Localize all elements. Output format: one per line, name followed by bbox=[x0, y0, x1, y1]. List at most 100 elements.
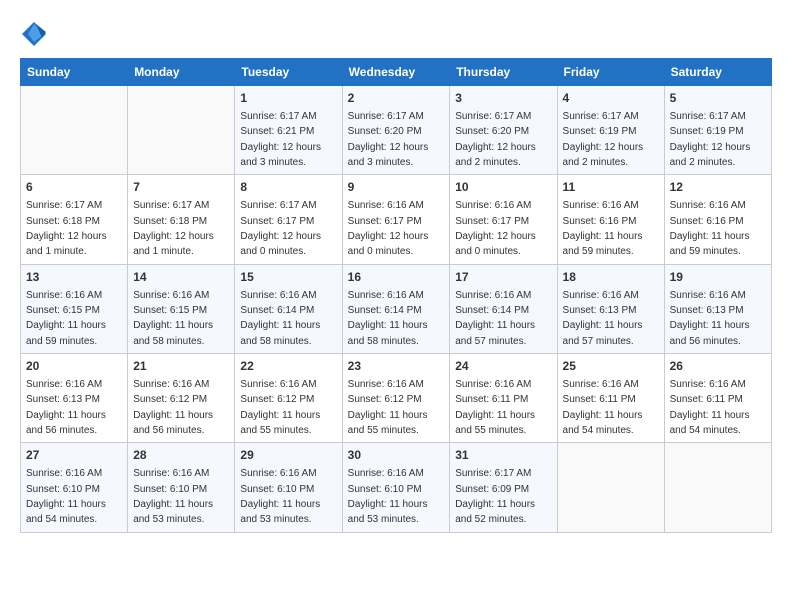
calendar-day-cell: 22 Sunrise: 6:16 AM Sunset: 6:12 PM Dayli… bbox=[235, 354, 342, 443]
day-number: 18 bbox=[563, 269, 659, 286]
calendar-day-cell: 5 Sunrise: 6:17 AM Sunset: 6:19 PM Daylig… bbox=[664, 86, 771, 175]
day-number: 16 bbox=[348, 269, 445, 286]
day-number: 31 bbox=[455, 447, 551, 464]
calendar-day-cell bbox=[128, 86, 235, 175]
calendar-day-cell: 16 Sunrise: 6:16 AM Sunset: 6:14 PM Dayli… bbox=[342, 264, 450, 353]
day-info: Sunrise: 6:16 AM Sunset: 6:17 PM Dayligh… bbox=[455, 200, 536, 257]
calendar-day-cell: 17 Sunrise: 6:16 AM Sunset: 6:14 PM Dayli… bbox=[450, 264, 557, 353]
day-info: Sunrise: 6:17 AM Sunset: 6:18 PM Dayligh… bbox=[26, 200, 107, 257]
day-info: Sunrise: 6:16 AM Sunset: 6:12 PM Dayligh… bbox=[348, 379, 428, 436]
logo-icon bbox=[20, 20, 48, 48]
day-info: Sunrise: 6:17 AM Sunset: 6:09 PM Dayligh… bbox=[455, 468, 535, 525]
calendar-header-row: SundayMondayTuesdayWednesdayThursdayFrid… bbox=[21, 59, 772, 86]
day-info: Sunrise: 6:16 AM Sunset: 6:13 PM Dayligh… bbox=[670, 290, 750, 347]
day-info: Sunrise: 6:16 AM Sunset: 6:13 PM Dayligh… bbox=[563, 290, 643, 347]
calendar-day-cell: 29 Sunrise: 6:16 AM Sunset: 6:10 PM Dayli… bbox=[235, 443, 342, 532]
day-info: Sunrise: 6:17 AM Sunset: 6:21 PM Dayligh… bbox=[240, 111, 321, 168]
day-info: Sunrise: 6:17 AM Sunset: 6:20 PM Dayligh… bbox=[455, 111, 536, 168]
day-number: 20 bbox=[26, 358, 122, 375]
day-info: Sunrise: 6:16 AM Sunset: 6:11 PM Dayligh… bbox=[455, 379, 535, 436]
day-info: Sunrise: 6:16 AM Sunset: 6:10 PM Dayligh… bbox=[348, 468, 428, 525]
calendar-day-cell bbox=[21, 86, 128, 175]
day-number: 30 bbox=[348, 447, 445, 464]
calendar-day-cell: 20 Sunrise: 6:16 AM Sunset: 6:13 PM Dayli… bbox=[21, 354, 128, 443]
day-info: Sunrise: 6:17 AM Sunset: 6:19 PM Dayligh… bbox=[563, 111, 644, 168]
calendar-day-cell: 4 Sunrise: 6:17 AM Sunset: 6:19 PM Daylig… bbox=[557, 86, 664, 175]
day-number: 9 bbox=[348, 179, 445, 196]
calendar-day-cell: 2 Sunrise: 6:17 AM Sunset: 6:20 PM Daylig… bbox=[342, 86, 450, 175]
calendar-day-cell: 30 Sunrise: 6:16 AM Sunset: 6:10 PM Dayli… bbox=[342, 443, 450, 532]
calendar-table: SundayMondayTuesdayWednesdayThursdayFrid… bbox=[20, 58, 772, 533]
calendar-day-cell bbox=[664, 443, 771, 532]
calendar-day-cell: 9 Sunrise: 6:16 AM Sunset: 6:17 PM Daylig… bbox=[342, 175, 450, 264]
day-number: 2 bbox=[348, 90, 445, 107]
calendar-day-cell: 18 Sunrise: 6:16 AM Sunset: 6:13 PM Dayli… bbox=[557, 264, 664, 353]
calendar-day-cell: 19Sunrise: 6:16 AM Sunset: 6:13 PM Dayli… bbox=[664, 264, 771, 353]
day-info: Sunrise: 6:16 AM Sunset: 6:11 PM Dayligh… bbox=[563, 379, 643, 436]
calendar-day-cell: 6 Sunrise: 6:17 AM Sunset: 6:18 PM Daylig… bbox=[21, 175, 128, 264]
day-info: Sunrise: 6:16 AM Sunset: 6:14 PM Dayligh… bbox=[348, 290, 428, 347]
day-info: Sunrise: 6:16 AM Sunset: 6:17 PM Dayligh… bbox=[348, 200, 429, 257]
day-number: 27 bbox=[26, 447, 122, 464]
day-number: 8 bbox=[240, 179, 336, 196]
calendar-day-cell: 14 Sunrise: 6:16 AM Sunset: 6:15 PM Dayli… bbox=[128, 264, 235, 353]
calendar-day-cell: 31 Sunrise: 6:17 AM Sunset: 6:09 PM Dayli… bbox=[450, 443, 557, 532]
day-number: 14 bbox=[133, 269, 229, 286]
calendar-day-cell: 10Sunrise: 6:16 AM Sunset: 6:17 PM Dayli… bbox=[450, 175, 557, 264]
day-of-week-header: Tuesday bbox=[235, 59, 342, 86]
day-info: Sunrise: 6:16 AM Sunset: 6:16 PM Dayligh… bbox=[563, 200, 643, 257]
day-info: Sunrise: 6:16 AM Sunset: 6:15 PM Dayligh… bbox=[133, 290, 213, 347]
day-number: 3 bbox=[455, 90, 551, 107]
day-number: 12 bbox=[670, 179, 766, 196]
day-info: Sunrise: 6:16 AM Sunset: 6:10 PM Dayligh… bbox=[133, 468, 213, 525]
day-info: Sunrise: 6:16 AM Sunset: 6:10 PM Dayligh… bbox=[240, 468, 320, 525]
day-number: 22 bbox=[240, 358, 336, 375]
day-number: 4 bbox=[563, 90, 659, 107]
day-number: 21 bbox=[133, 358, 229, 375]
day-info: Sunrise: 6:16 AM Sunset: 6:14 PM Dayligh… bbox=[240, 290, 320, 347]
calendar-day-cell: 8 Sunrise: 6:17 AM Sunset: 6:17 PM Daylig… bbox=[235, 175, 342, 264]
day-info: Sunrise: 6:17 AM Sunset: 6:20 PM Dayligh… bbox=[348, 111, 429, 168]
day-number: 17 bbox=[455, 269, 551, 286]
calendar-day-cell: 25 Sunrise: 6:16 AM Sunset: 6:11 PM Dayli… bbox=[557, 354, 664, 443]
calendar-day-cell: 12 Sunrise: 6:16 AM Sunset: 6:16 PM Dayli… bbox=[664, 175, 771, 264]
calendar-week-row: 27 Sunrise: 6:16 AM Sunset: 6:10 PM Dayli… bbox=[21, 443, 772, 532]
day-of-week-header: Sunday bbox=[21, 59, 128, 86]
calendar-day-cell: 3 Sunrise: 6:17 AM Sunset: 6:20 PM Daylig… bbox=[450, 86, 557, 175]
day-of-week-header: Monday bbox=[128, 59, 235, 86]
day-of-week-header: Saturday bbox=[664, 59, 771, 86]
day-info: Sunrise: 6:17 AM Sunset: 6:17 PM Dayligh… bbox=[240, 200, 321, 257]
calendar-day-cell: 1Sunrise: 6:17 AM Sunset: 6:21 PM Daylig… bbox=[235, 86, 342, 175]
calendar-week-row: 6 Sunrise: 6:17 AM Sunset: 6:18 PM Daylig… bbox=[21, 175, 772, 264]
day-info: Sunrise: 6:16 AM Sunset: 6:11 PM Dayligh… bbox=[670, 379, 750, 436]
day-info: Sunrise: 6:16 AM Sunset: 6:14 PM Dayligh… bbox=[455, 290, 535, 347]
calendar-week-row: 1Sunrise: 6:17 AM Sunset: 6:21 PM Daylig… bbox=[21, 86, 772, 175]
day-info: Sunrise: 6:16 AM Sunset: 6:13 PM Dayligh… bbox=[26, 379, 106, 436]
calendar-day-cell: 13 Sunrise: 6:16 AM Sunset: 6:15 PM Dayli… bbox=[21, 264, 128, 353]
day-number: 28 bbox=[133, 447, 229, 464]
day-number: 6 bbox=[26, 179, 122, 196]
day-info: Sunrise: 6:16 AM Sunset: 6:12 PM Dayligh… bbox=[240, 379, 320, 436]
calendar-day-cell: 7 Sunrise: 6:17 AM Sunset: 6:18 PM Daylig… bbox=[128, 175, 235, 264]
calendar-day-cell: 28 Sunrise: 6:16 AM Sunset: 6:10 PM Dayli… bbox=[128, 443, 235, 532]
day-info: Sunrise: 6:16 AM Sunset: 6:16 PM Dayligh… bbox=[670, 200, 750, 257]
page-header bbox=[20, 20, 772, 48]
day-number: 25 bbox=[563, 358, 659, 375]
day-info: Sunrise: 6:17 AM Sunset: 6:19 PM Dayligh… bbox=[670, 111, 751, 168]
day-number: 29 bbox=[240, 447, 336, 464]
day-info: Sunrise: 6:17 AM Sunset: 6:18 PM Dayligh… bbox=[133, 200, 214, 257]
day-number: 24 bbox=[455, 358, 551, 375]
calendar-day-cell: 21Sunrise: 6:16 AM Sunset: 6:12 PM Dayli… bbox=[128, 354, 235, 443]
day-info: Sunrise: 6:16 AM Sunset: 6:10 PM Dayligh… bbox=[26, 468, 106, 525]
day-info: Sunrise: 6:16 AM Sunset: 6:15 PM Dayligh… bbox=[26, 290, 106, 347]
calendar-week-row: 20 Sunrise: 6:16 AM Sunset: 6:13 PM Dayli… bbox=[21, 354, 772, 443]
day-of-week-header: Thursday bbox=[450, 59, 557, 86]
calendar-day-cell: 11 Sunrise: 6:16 AM Sunset: 6:16 PM Dayli… bbox=[557, 175, 664, 264]
day-number: 11 bbox=[563, 179, 659, 196]
day-number: 13 bbox=[26, 269, 122, 286]
calendar-day-cell: 15Sunrise: 6:16 AM Sunset: 6:14 PM Dayli… bbox=[235, 264, 342, 353]
calendar-day-cell: 24 Sunrise: 6:16 AM Sunset: 6:11 PM Dayli… bbox=[450, 354, 557, 443]
day-number: 7 bbox=[133, 179, 229, 196]
day-number: 5 bbox=[670, 90, 766, 107]
calendar-day-cell: 23Sunrise: 6:16 AM Sunset: 6:12 PM Dayli… bbox=[342, 354, 450, 443]
